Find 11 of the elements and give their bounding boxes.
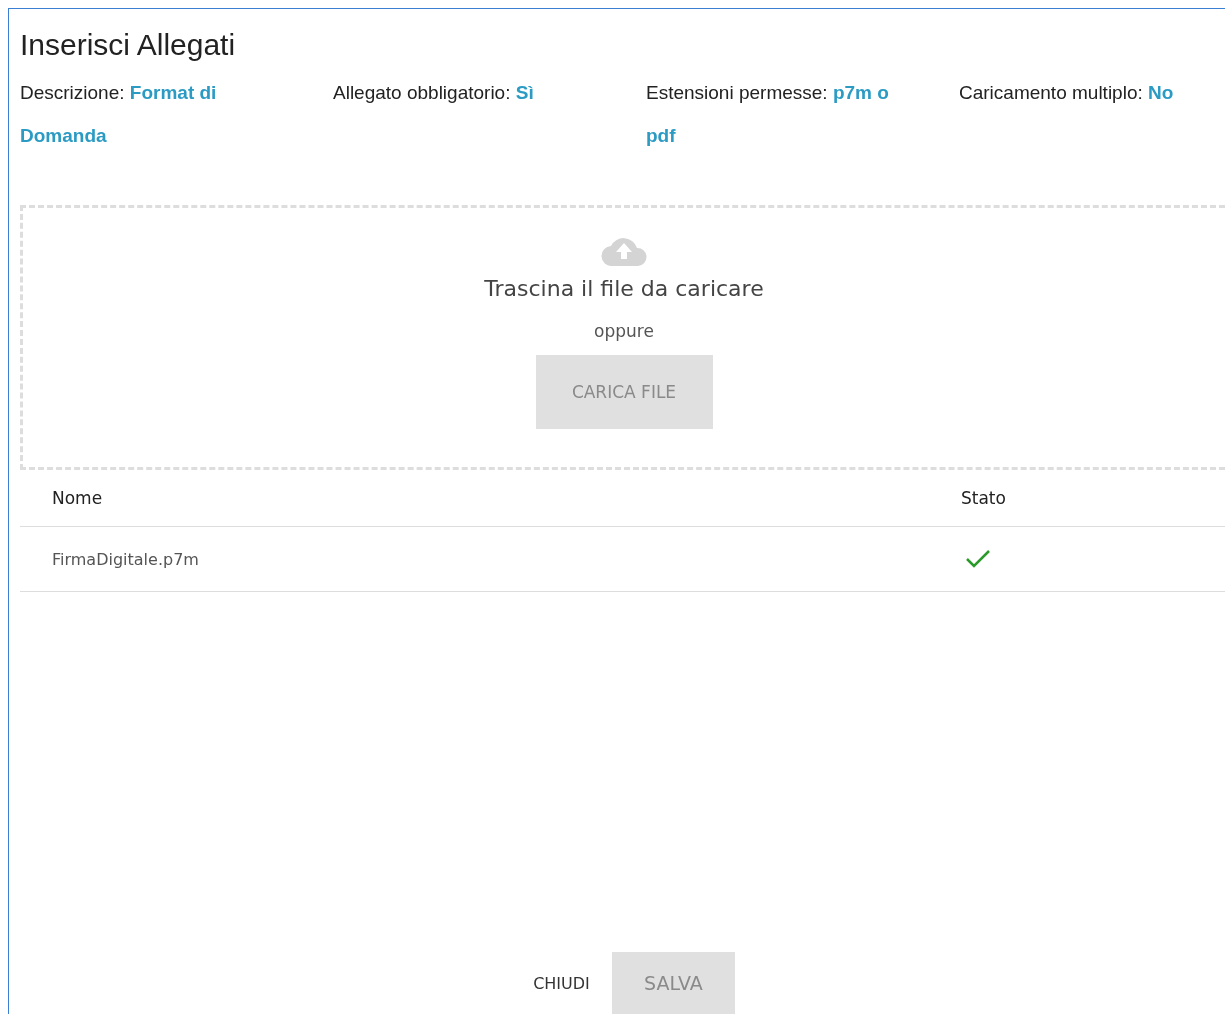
dialog-title: Inserisci Allegati bbox=[20, 27, 236, 63]
drop-instruction: Trascina il file da caricare bbox=[484, 276, 764, 301]
column-header: Nome bbox=[52, 488, 103, 508]
column-header: Stato bbox=[961, 488, 1006, 508]
info-field: Caricamento multiplo: No bbox=[959, 71, 1225, 157]
info-field: Estensioni permesse: p7m o pdf bbox=[646, 71, 959, 157]
file-name: FirmaDigitale.p7m bbox=[52, 549, 199, 569]
info-field: Descrizione: Format di Domanda bbox=[20, 71, 333, 157]
close-button[interactable]: CHIUDI bbox=[511, 952, 612, 1014]
or-label: oppure bbox=[594, 321, 654, 341]
info-field: Allegato obbligatorio: Sì bbox=[333, 71, 646, 157]
